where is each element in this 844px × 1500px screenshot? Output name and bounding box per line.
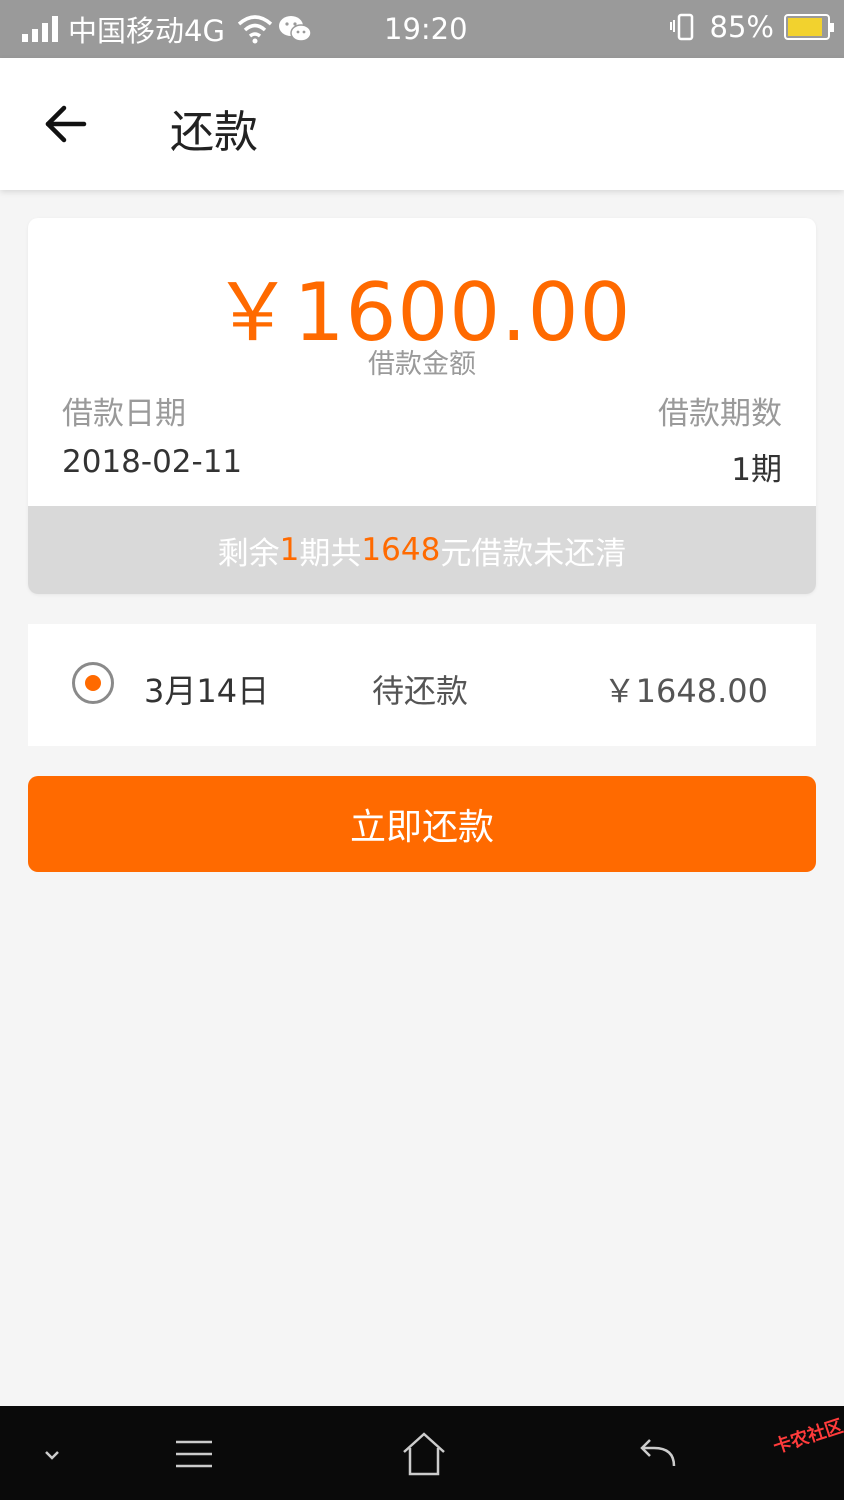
loan-date-value: 2018-02-11 <box>62 444 243 480</box>
system-nav-bar: 卡农社区 <box>0 1406 844 1500</box>
page-title: 还款 <box>170 107 258 158</box>
watermark-logo: 卡农社区 <box>770 1415 844 1459</box>
menu-icon[interactable] <box>170 1430 218 1478</box>
remaining-summary: 剩余 1 期共 1648 元借款未还清 <box>28 506 816 594</box>
clock: 19:20 <box>384 12 468 46</box>
status-bar: 中国移动4G 19:20 85% <box>0 0 844 58</box>
installment-row[interactable]: 3月14日 待还款 ￥1648.00 <box>28 624 816 746</box>
vibrate-icon <box>669 13 693 41</box>
wechat-icon <box>278 16 312 42</box>
summary-periods: 1 <box>279 532 300 568</box>
installment-amount: ￥1648.00 <box>603 672 768 710</box>
battery-percent: 85% <box>709 10 774 44</box>
summary-suffix: 元借款未还清 <box>440 535 627 572</box>
app-bar: 还款 <box>0 58 844 190</box>
arrow-left-icon[interactable] <box>40 98 92 150</box>
loan-term-value: 1期 <box>731 452 782 488</box>
installment-date: 3月14日 <box>144 672 270 710</box>
summary-total: 1648 <box>361 532 441 568</box>
wifi-icon <box>237 15 273 44</box>
repay-now-button[interactable]: 立即还款 <box>28 776 816 872</box>
chevron-down-icon[interactable] <box>28 1430 76 1478</box>
battery-charging-icon <box>784 14 834 40</box>
loan-term-label: 借款期数 <box>658 396 782 432</box>
loan-info-card: ￥1600.00 借款金额 借款日期 2018-02-11 借款期数 1期 剩余… <box>28 218 816 594</box>
installment-radio[interactable] <box>72 662 114 704</box>
loan-amount-label: 借款金额 <box>368 349 476 380</box>
signal-icon <box>22 16 58 42</box>
summary-middle: 期共 <box>299 535 362 572</box>
installment-status: 待还款 <box>372 672 469 710</box>
loan-date-label: 借款日期 <box>62 396 186 432</box>
back-icon[interactable] <box>634 1430 682 1478</box>
summary-prefix: 剩余 <box>217 535 280 572</box>
home-icon[interactable] <box>400 1430 448 1478</box>
carrier-name: 中国移动4G <box>68 14 225 48</box>
